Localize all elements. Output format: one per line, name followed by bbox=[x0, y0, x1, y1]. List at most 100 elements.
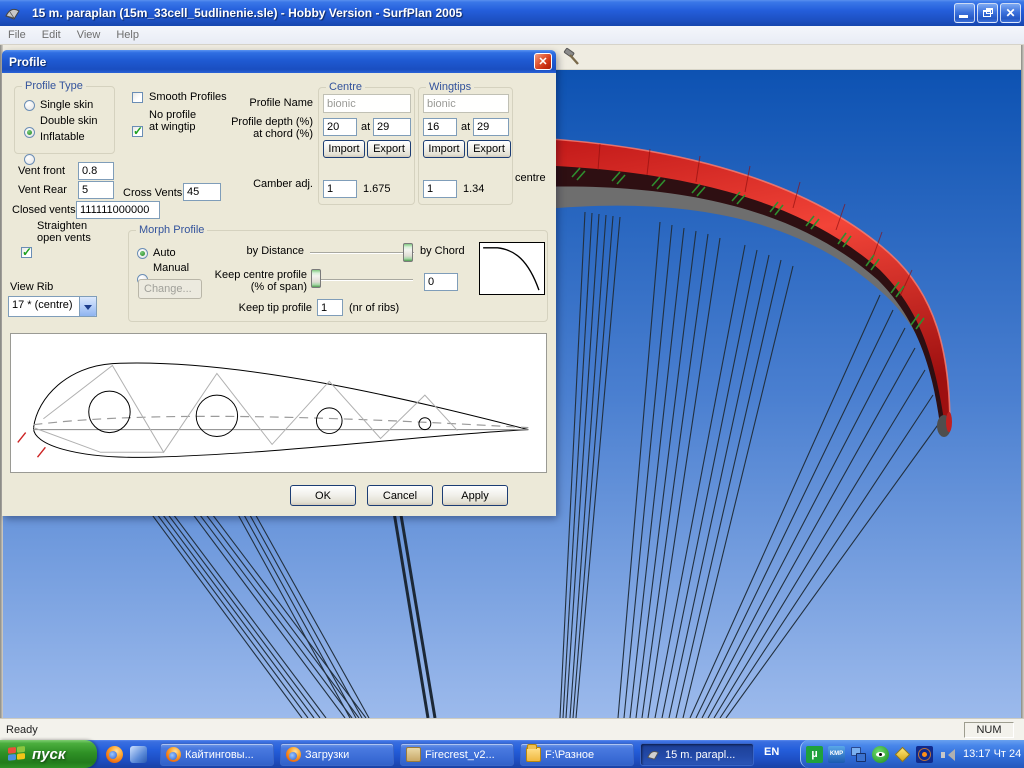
wingtips-export-button[interactable]: Export bbox=[467, 140, 511, 158]
vent-front-label: Vent front bbox=[18, 165, 65, 177]
wireless-icon[interactable] bbox=[916, 746, 933, 763]
by-chord-label: by Chord bbox=[420, 245, 465, 257]
minimize-button[interactable] bbox=[954, 3, 975, 23]
windows-flag-icon bbox=[6, 744, 28, 764]
straighten-checkbox[interactable] bbox=[21, 247, 32, 258]
airfoil-preview bbox=[10, 333, 547, 473]
morph-profile-label: Morph Profile bbox=[136, 224, 207, 236]
profile-dialog: Profile ✕ Profile Type Single skin Doubl… bbox=[2, 50, 556, 516]
taskbar-task-firecrest[interactable]: Firecrest_v2... bbox=[400, 743, 514, 766]
wingtips-chord-input[interactable] bbox=[473, 118, 509, 136]
smooth-profiles-label: Smooth Profiles bbox=[149, 91, 227, 103]
keep-centre-slider-thumb[interactable] bbox=[311, 269, 321, 288]
restore-button[interactable] bbox=[977, 3, 998, 23]
vent-rear-input[interactable] bbox=[78, 181, 114, 199]
wingtips-depth-input[interactable] bbox=[423, 118, 457, 136]
firefox-quicklaunch-icon[interactable] bbox=[106, 746, 123, 763]
camber-adj-label: Camber adj. bbox=[230, 178, 313, 190]
firefox-icon bbox=[286, 747, 301, 762]
shield-icon[interactable] bbox=[894, 746, 911, 763]
keep-centre-input[interactable] bbox=[424, 273, 458, 291]
cross-vents-label: Cross Vents bbox=[123, 187, 182, 199]
volume-icon[interactable] bbox=[938, 746, 955, 763]
hammer-tool-icon[interactable] bbox=[562, 47, 582, 67]
keep-centre-label-1: Keep centre profile bbox=[207, 269, 307, 281]
menu-bar: File Edit View Help bbox=[0, 26, 1024, 45]
morph-profile-group: Morph Profile Auto Manual Change... by D… bbox=[128, 230, 548, 322]
centre-profile-name-input[interactable] bbox=[323, 94, 411, 113]
centre-chord-input[interactable] bbox=[373, 118, 411, 136]
nr-ribs-label: (nr of ribs) bbox=[349, 302, 399, 314]
dialog-body: Profile Type Single skin Double skin Inf… bbox=[2, 73, 556, 516]
task-label: Firecrest_v2... bbox=[425, 749, 495, 761]
vent-front-input[interactable] bbox=[78, 162, 114, 180]
closed-vents-input[interactable] bbox=[76, 201, 160, 219]
menu-file[interactable]: File bbox=[0, 27, 34, 43]
radio-single-skin[interactable] bbox=[24, 100, 35, 111]
apply-button[interactable]: Apply bbox=[442, 485, 508, 506]
close-button[interactable]: ✕ bbox=[1000, 3, 1021, 23]
start-label: пуск bbox=[32, 746, 65, 763]
taskbar-task-downloads[interactable]: Загрузки bbox=[280, 743, 394, 766]
centre-group-label: Centre bbox=[326, 81, 365, 93]
keep-tip-label: Keep tip profile bbox=[214, 302, 312, 314]
view-rib-label: View Rib bbox=[10, 281, 53, 293]
desktop: 15 m. paraplan (15m_33cell_5udlinenie.sl… bbox=[0, 0, 1024, 768]
distance-slider-thumb[interactable] bbox=[403, 243, 413, 262]
wingtips-group-label: Wingtips bbox=[426, 81, 474, 93]
centre-at-label: at bbox=[361, 121, 370, 133]
smooth-profiles-checkbox[interactable] bbox=[132, 92, 143, 103]
centre-camber-input[interactable] bbox=[323, 180, 357, 198]
radio-inflatable[interactable] bbox=[24, 154, 35, 165]
cancel-button[interactable]: Cancel bbox=[367, 485, 433, 506]
vent-rear-label: Vent Rear bbox=[18, 184, 67, 196]
menu-edit[interactable]: Edit bbox=[34, 27, 69, 43]
dialog-close-button[interactable]: ✕ bbox=[534, 53, 552, 70]
language-indicator[interactable]: EN bbox=[764, 746, 779, 758]
taskbar-clock[interactable]: 13:17 Чт 24 bbox=[963, 748, 1021, 760]
network-icon[interactable] bbox=[850, 746, 867, 763]
cross-vents-input[interactable] bbox=[183, 183, 221, 201]
radio-morph-auto[interactable] bbox=[137, 248, 148, 259]
start-button[interactable]: пуск bbox=[0, 740, 97, 768]
centre-depth-input[interactable] bbox=[323, 118, 357, 136]
centre-export-button[interactable]: Export bbox=[367, 140, 411, 158]
view-rib-value: 17 * (centre) bbox=[9, 297, 79, 316]
wingtips-camber-calc: 1.34 bbox=[463, 183, 484, 195]
change-button[interactable]: Change... bbox=[138, 279, 202, 299]
window-title: 15 m. paraplan (15m_33cell_5udlinenie.sl… bbox=[32, 6, 462, 20]
chevron-down-icon[interactable] bbox=[79, 297, 96, 316]
straighten-label-2: open vents bbox=[37, 232, 91, 244]
eye-icon[interactable] bbox=[872, 746, 889, 763]
wingtips-profile-name-input[interactable] bbox=[423, 94, 509, 113]
taskbar-task-kiting[interactable]: Кайтинговы... bbox=[160, 743, 274, 766]
menu-view[interactable]: View bbox=[69, 27, 109, 43]
no-profile-label-1: No profile bbox=[149, 109, 196, 121]
dialog-titlebar: Profile ✕ bbox=[2, 50, 556, 73]
keep-tip-input[interactable] bbox=[317, 299, 343, 316]
taskbar-task-folder[interactable]: F:\Разное bbox=[520, 743, 634, 766]
utorrent-icon[interactable]: µ bbox=[806, 746, 823, 763]
mail-quicklaunch-icon[interactable] bbox=[130, 746, 147, 763]
dialog-title: Profile bbox=[9, 55, 46, 69]
profile-type-group: Profile Type Single skin Double skin Inf… bbox=[14, 86, 115, 154]
at-chord-label: at chord (%) bbox=[220, 128, 313, 140]
centre-import-button[interactable]: Import bbox=[323, 140, 365, 158]
ok-button[interactable]: OK bbox=[290, 485, 356, 506]
radio-double-skin[interactable] bbox=[24, 127, 35, 138]
keep-centre-slider-track[interactable] bbox=[313, 279, 413, 281]
no-profile-checkbox[interactable] bbox=[132, 126, 143, 137]
wingtips-import-button[interactable]: Import bbox=[423, 140, 465, 158]
taskbar-task-surfplan-active[interactable]: 15 m. parapl... bbox=[640, 743, 754, 766]
system-tray: µ KMP 13:17 Чт 24 bbox=[800, 740, 1024, 768]
kmplayer-icon[interactable]: KMP bbox=[828, 746, 845, 763]
menu-help[interactable]: Help bbox=[108, 27, 147, 43]
radio-inflatable-label: Inflatable bbox=[40, 131, 85, 143]
taskbar: пуск Кайтинговы... Загрузки Firecrest_v2… bbox=[0, 740, 1024, 768]
close-icon: ✕ bbox=[1001, 6, 1020, 20]
task-label: F:\Разное bbox=[545, 749, 594, 761]
distance-slider-track[interactable] bbox=[310, 252, 414, 254]
wingtips-camber-input[interactable] bbox=[423, 180, 457, 198]
view-rib-dropdown[interactable]: 17 * (centre) bbox=[8, 296, 97, 317]
profile-depth-label: Profile depth (%) bbox=[220, 116, 313, 128]
